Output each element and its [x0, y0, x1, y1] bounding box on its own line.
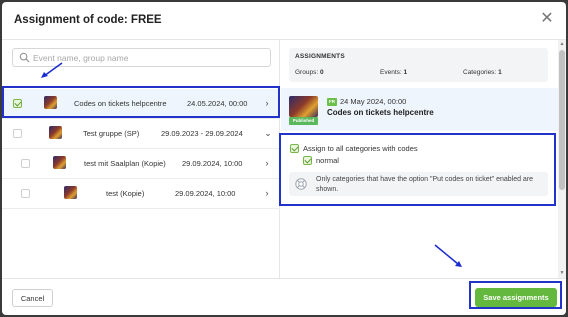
- search-icon: [19, 52, 30, 63]
- event-row[interactable]: Test gruppe (SP) 29.09.2023 - 29.09.2024…: [2, 119, 280, 149]
- dialog-body: Codes on tickets helpcentre 24.05.2024, …: [2, 40, 566, 278]
- info-text: Only categories that have the option "Pu…: [316, 176, 534, 193]
- language-badge: FR: [327, 98, 337, 106]
- chevron-right-icon[interactable]: ›: [262, 157, 272, 169]
- event-thumbnail: [44, 96, 57, 109]
- lifebuoy-icon: [295, 178, 307, 190]
- groups-count: Groups: 0: [295, 69, 324, 76]
- event-name: test (Kopie): [106, 189, 145, 198]
- assignment-dialog: Assignment of code: FREE ✕ Codes on tick…: [2, 2, 566, 315]
- groups-value: 0: [319, 69, 324, 76]
- chevron-down-icon[interactable]: ⌄: [263, 127, 273, 139]
- scrollbar-thumb[interactable]: [559, 50, 565, 190]
- event-checkbox[interactable]: [13, 129, 22, 138]
- selected-event-name: Codes on tickets helpcentre: [327, 108, 434, 117]
- selected-event-card: Published FR 24 May 2024, 00:00 Codes on…: [281, 88, 558, 131]
- category-checkbox[interactable]: [303, 156, 312, 165]
- event-name: Codes on tickets helpcentre: [74, 99, 167, 108]
- info-box: Only categories that have the option "Pu…: [289, 172, 548, 196]
- categories-label: Categories:: [463, 69, 497, 76]
- event-thumbnail: [53, 156, 66, 169]
- chevron-right-icon[interactable]: ›: [262, 97, 272, 109]
- events-value: 1: [403, 69, 408, 76]
- event-thumbnail: [49, 126, 62, 139]
- event-list-panel: Codes on tickets helpcentre 24.05.2024, …: [2, 40, 280, 278]
- category-label[interactable]: normal: [316, 156, 339, 165]
- assign-all-label[interactable]: Assign to all categories with codes: [303, 144, 418, 153]
- chevron-right-icon[interactable]: ›: [262, 187, 272, 199]
- status-badge: Published: [289, 117, 318, 125]
- event-checkbox[interactable]: [21, 159, 30, 168]
- groups-label: Groups:: [295, 69, 319, 76]
- categories-value: 1: [498, 69, 502, 76]
- scroll-up-icon[interactable]: ▲: [558, 40, 566, 48]
- events-count: Events: 1: [380, 69, 407, 76]
- event-date: 29.09.2023 - 29.09.2024: [161, 129, 243, 138]
- event-date: 29.09.2024, 10:00: [182, 159, 243, 168]
- cancel-button[interactable]: Cancel: [12, 289, 53, 307]
- assignments-summary: ASSIGNMENTS Groups: 0 Events: 1 Categori…: [289, 48, 548, 82]
- categories-count: Categories: 1: [463, 69, 502, 76]
- event-name: Test gruppe (SP): [83, 129, 140, 138]
- search-box[interactable]: [12, 48, 271, 67]
- event-image: [289, 96, 318, 117]
- save-assignments-button[interactable]: Save assignments: [475, 288, 557, 307]
- event-date: 24.05.2024, 00:00: [187, 99, 248, 108]
- selected-event-date: 24 May 2024, 00:00: [340, 97, 407, 106]
- scrollbar[interactable]: ▲ ▼: [558, 40, 566, 278]
- event-row[interactable]: Codes on tickets helpcentre 24.05.2024, …: [2, 89, 280, 119]
- event-date: 29.09.2024, 10:00: [175, 189, 236, 198]
- search-input[interactable]: [33, 50, 265, 65]
- close-icon[interactable]: ✕: [540, 11, 554, 27]
- category-assignment: Assign to all categories with codes norm…: [281, 136, 558, 206]
- event-checkbox[interactable]: [13, 99, 22, 108]
- event-name: test mit Saalplan (Kopie): [84, 159, 166, 168]
- events-label: Events:: [380, 69, 402, 76]
- dialog-title: Assignment of code: FREE: [14, 14, 162, 26]
- event-row[interactable]: test mit Saalplan (Kopie) 29.09.2024, 10…: [2, 149, 280, 179]
- assign-all-checkbox[interactable]: [290, 144, 299, 153]
- dialog-footer: Cancel Save assignments: [2, 278, 566, 315]
- event-thumbnail: [64, 186, 77, 199]
- event-row[interactable]: test (Kopie) 29.09.2024, 10:00 ›: [2, 179, 280, 209]
- assignments-panel: ASSIGNMENTS Groups: 0 Events: 1 Categori…: [281, 40, 558, 278]
- event-checkbox[interactable]: [21, 189, 30, 198]
- summary-title: ASSIGNMENTS: [295, 53, 345, 60]
- dialog-header: Assignment of code: FREE ✕: [2, 2, 566, 40]
- scroll-down-icon[interactable]: ▼: [558, 269, 566, 277]
